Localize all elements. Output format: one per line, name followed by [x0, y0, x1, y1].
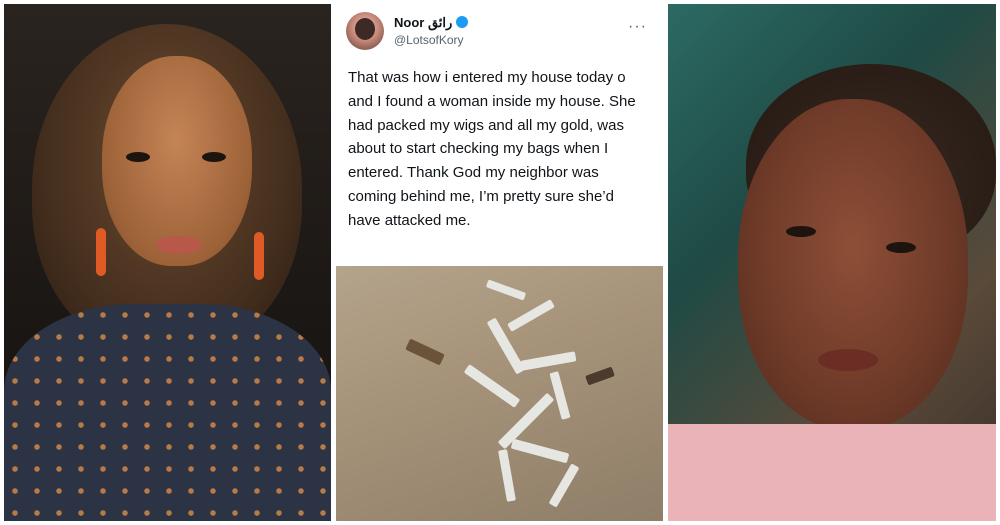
left-photo-panel: [4, 4, 331, 521]
pink-top: [668, 424, 996, 521]
tweet-photo-keys[interactable]: [336, 266, 663, 521]
user-handle[interactable]: @LotsofKory: [394, 33, 464, 47]
key: [405, 338, 445, 366]
tweet-header: Noor رائق @LotsofKory ···: [346, 12, 653, 52]
verified-badge-icon: [456, 16, 469, 28]
tweet-panel: Noor رائق @LotsofKory ··· That was how i…: [336, 4, 663, 521]
right-eye: [202, 152, 226, 162]
key: [507, 299, 555, 332]
mouth: [818, 349, 878, 371]
right-eye: [886, 242, 916, 253]
key: [510, 438, 570, 464]
key: [585, 366, 615, 386]
left-eye: [786, 226, 816, 237]
tweet-text: That was how i entered my house today o …: [348, 69, 636, 229]
key: [485, 279, 527, 301]
right-earring: [254, 232, 264, 280]
left-earring: [96, 228, 106, 276]
face: [102, 56, 252, 266]
more-options-icon[interactable]: ···: [628, 18, 647, 36]
mouth: [156, 236, 202, 254]
key: [549, 371, 571, 420]
left-eye: [126, 152, 150, 162]
avatar[interactable]: [346, 12, 384, 50]
key: [463, 364, 521, 408]
key: [498, 449, 516, 502]
face: [738, 99, 968, 429]
display-name[interactable]: Noor رائق: [394, 15, 469, 31]
patterned-shirt: [4, 304, 331, 521]
key: [520, 351, 577, 371]
right-photo-panel: [668, 4, 996, 521]
key: [548, 463, 580, 508]
